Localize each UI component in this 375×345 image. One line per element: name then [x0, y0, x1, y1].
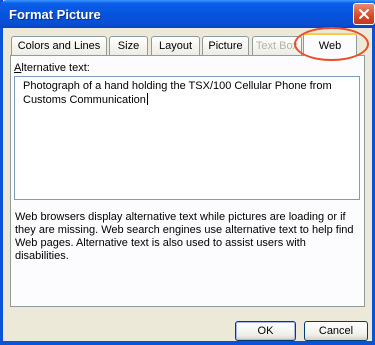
- tab-colors-and-lines[interactable]: Colors and Lines: [11, 36, 107, 55]
- alternative-text-field[interactable]: Photograph of a hand holding the TSX/100…: [14, 76, 360, 200]
- text-cursor: [146, 93, 148, 105]
- cancel-button[interactable]: Cancel: [304, 321, 368, 341]
- alternative-text-value: Photograph of a hand holding the TSX/100…: [23, 80, 332, 106]
- ok-button[interactable]: OK: [235, 321, 296, 341]
- close-button[interactable]: [353, 3, 375, 25]
- help-text: Web browsers display alternative text wh…: [15, 211, 354, 262]
- close-icon: [359, 9, 369, 19]
- alternative-text-label-rest: lternative text:: [21, 62, 90, 74]
- alternative-text-label: Alternative text:: [14, 62, 90, 74]
- title-bar[interactable]: Format Picture: [0, 0, 375, 28]
- tab-text-box: Text Box: [252, 36, 302, 55]
- tab-picture[interactable]: Picture: [202, 36, 249, 55]
- window-title: Format Picture: [9, 7, 101, 22]
- tab-size[interactable]: Size: [109, 36, 148, 55]
- tab-layout[interactable]: Layout: [151, 36, 200, 55]
- tab-web[interactable]: Web: [303, 33, 357, 56]
- format-picture-dialog: Format Picture Colors and Lines Size Lay…: [0, 0, 375, 345]
